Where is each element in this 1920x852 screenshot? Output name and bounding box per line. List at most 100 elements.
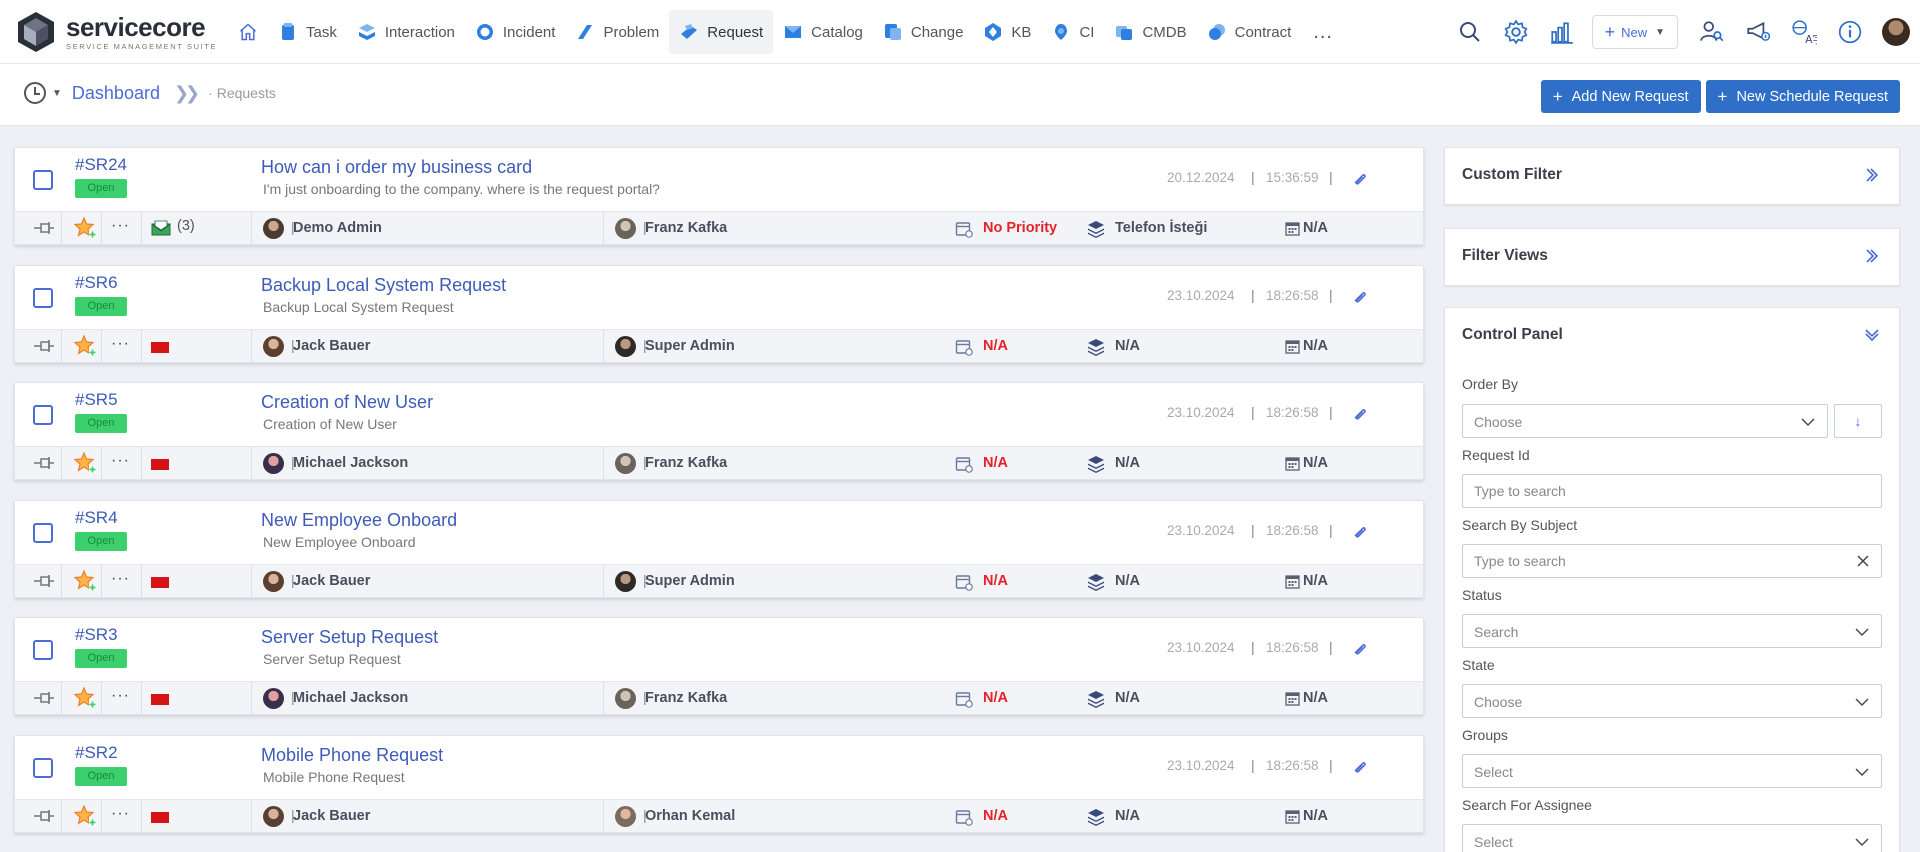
request-id[interactable]: #SR24 [75, 155, 127, 175]
chevron-right-icon[interactable] [1863, 166, 1881, 184]
custom-filter-panel[interactable]: Custom Filter [1444, 147, 1900, 205]
filter-views-panel[interactable]: Filter Views [1444, 228, 1900, 286]
assignee-name[interactable]: Super Admin [645, 573, 735, 589]
language-button[interactable]: A字 [1784, 12, 1824, 52]
nav-cmdb[interactable]: CMDB [1104, 10, 1196, 54]
select-checkbox[interactable] [33, 640, 53, 660]
request-id[interactable]: #SR3 [75, 625, 118, 645]
pin-icon[interactable] [33, 455, 55, 471]
select-checkbox[interactable] [33, 405, 53, 425]
nav-interaction[interactable]: Interaction [347, 10, 465, 54]
request-card[interactable]: #SR2 Open Mobile Phone Request Mobile Ph… [14, 734, 1424, 833]
request-title[interactable]: Server Setup Request [261, 627, 438, 648]
more-options-button[interactable]: ··· [111, 452, 130, 470]
pin-icon[interactable] [33, 338, 55, 354]
star-add-icon[interactable] [73, 333, 97, 358]
nav-problem[interactable]: Problem [565, 10, 669, 54]
user-avatar[interactable] [1882, 18, 1910, 46]
more-options-button[interactable]: ··· [111, 805, 130, 823]
nav-contract[interactable]: Contract [1197, 10, 1302, 54]
clear-icon[interactable] [1855, 553, 1871, 569]
mail-count[interactable]: (3) [177, 218, 195, 234]
requester-name[interactable]: Michael Jackson [293, 455, 408, 471]
star-add-icon[interactable] [73, 216, 97, 240]
nav-task[interactable]: Task [268, 10, 347, 54]
chevron-right-icon[interactable] [1863, 247, 1881, 265]
subject-search-input[interactable] [1463, 545, 1881, 577]
chevron-down-double-icon[interactable] [1863, 326, 1881, 344]
order-by-select[interactable]: Choose [1462, 404, 1828, 438]
assignee-name[interactable]: Franz Kafka [645, 220, 727, 236]
requester-name[interactable]: Michael Jackson [293, 690, 408, 706]
star-add-icon[interactable] [73, 686, 97, 710]
select-checkbox[interactable] [33, 287, 53, 308]
nav-change[interactable]: Change [873, 10, 974, 54]
logo[interactable]: servicecore SERVICE MANAGEMENT SUITE [14, 10, 217, 54]
request-title[interactable]: Mobile Phone Request [261, 745, 443, 766]
chevron-down-icon[interactable]: ▼ [52, 88, 62, 99]
request-title[interactable]: How can i order my business card [261, 157, 532, 178]
status-select[interactable]: Search [1462, 614, 1882, 648]
request-title[interactable]: New Employee Onboard [261, 510, 457, 531]
request-id[interactable]: #SR6 [75, 273, 118, 293]
request-card[interactable]: #SR4 Open New Employee Onboard New Emplo… [14, 499, 1424, 598]
nav-more-button[interactable]: ... [1301, 21, 1345, 44]
nav-incident[interactable]: Incident [465, 10, 566, 54]
request-title[interactable]: Backup Local System Request [261, 275, 506, 296]
new-dropdown-button[interactable]: + New ▼ [1591, 15, 1678, 49]
announcements-button[interactable] [1738, 12, 1778, 52]
more-options-button[interactable]: ··· [111, 335, 130, 353]
user-search-button[interactable] [1692, 12, 1732, 52]
select-checkbox[interactable] [33, 522, 53, 543]
assignee-name[interactable]: Franz Kafka [645, 455, 727, 471]
pin-icon[interactable] [33, 220, 55, 236]
requester-name[interactable]: Jack Bauer [293, 338, 370, 354]
paperclip-icon[interactable] [1351, 170, 1369, 188]
search-button[interactable] [1450, 12, 1490, 52]
nav-kb[interactable]: KB [973, 10, 1041, 54]
more-options-button[interactable]: ··· [111, 687, 130, 705]
breadcrumb-dashboard-link[interactable]: Dashboard [72, 83, 160, 104]
requester-name[interactable]: Demo Admin [293, 220, 382, 236]
star-add-icon[interactable] [73, 568, 97, 593]
select-checkbox[interactable] [33, 757, 53, 778]
more-options-button[interactable]: ··· [111, 217, 130, 235]
mail-icon[interactable] [151, 220, 171, 236]
new-schedule-request-button[interactable]: + New Schedule Request [1705, 80, 1900, 113]
pin-icon[interactable] [33, 573, 55, 589]
request-id-input[interactable] [1463, 475, 1881, 507]
nav-home[interactable] [228, 10, 268, 54]
request-card[interactable]: #SR24 Open How can i order my business c… [14, 147, 1424, 245]
paperclip-icon[interactable] [1351, 640, 1369, 658]
add-new-request-button[interactable]: + Add New Request [1540, 80, 1701, 113]
nav-ci[interactable]: CI [1041, 10, 1104, 54]
reports-button[interactable] [1542, 12, 1582, 52]
assignee-name[interactable]: Super Admin [645, 338, 735, 354]
pin-icon[interactable] [33, 690, 55, 706]
assignee-name[interactable]: Orhan Kemal [645, 808, 735, 824]
requester-name[interactable]: Jack Bauer [293, 808, 370, 824]
paperclip-icon[interactable] [1351, 758, 1369, 776]
history-clock-icon[interactable] [24, 82, 46, 104]
groups-select[interactable]: Select [1462, 754, 1882, 788]
paperclip-icon[interactable] [1351, 405, 1369, 423]
info-button[interactable] [1830, 12, 1870, 52]
request-card[interactable]: #SR5 Open Creation of New User Creation … [14, 382, 1424, 480]
assignee-select[interactable]: Select [1462, 824, 1882, 852]
settings-button[interactable] [1496, 12, 1536, 52]
star-add-icon[interactable] [73, 451, 97, 475]
nav-catalog[interactable]: Catalog [773, 10, 873, 54]
request-title[interactable]: Creation of New User [261, 392, 433, 413]
request-id[interactable]: #SR5 [75, 390, 118, 410]
nav-request[interactable]: Request [669, 10, 774, 54]
request-id[interactable]: #SR2 [75, 743, 118, 763]
paperclip-icon[interactable] [1351, 523, 1369, 541]
star-add-icon[interactable] [73, 803, 97, 828]
request-card[interactable]: #SR3 Open Server Setup Request Server Se… [14, 617, 1424, 715]
more-options-button[interactable]: ··· [111, 570, 130, 588]
assignee-name[interactable]: Franz Kafka [645, 690, 727, 706]
sort-direction-button[interactable]: ↓ [1834, 404, 1882, 438]
pin-icon[interactable] [33, 808, 55, 824]
state-select[interactable]: Choose [1462, 684, 1882, 718]
request-id[interactable]: #SR4 [75, 508, 118, 528]
